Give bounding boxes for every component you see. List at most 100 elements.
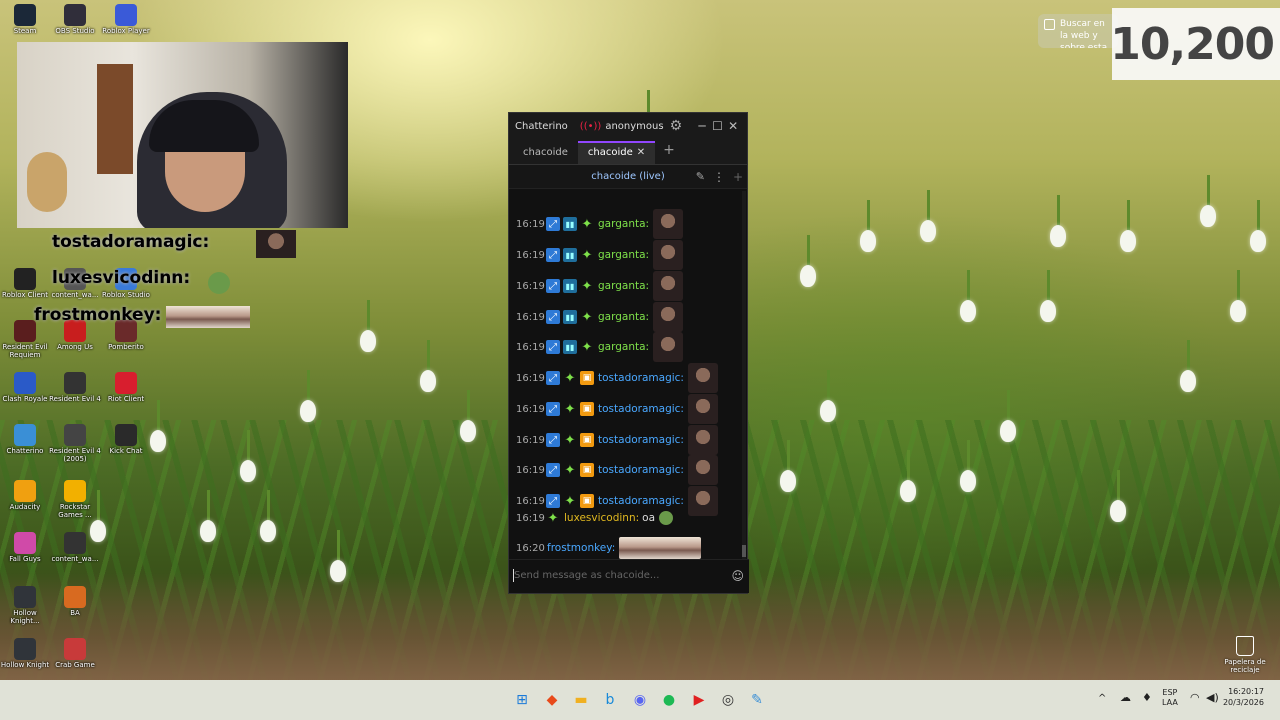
chat-emote-wide[interactable] <box>619 537 702 559</box>
desktop-shortcut[interactable]: Crab Game <box>48 638 102 670</box>
tray-network-app-icon[interactable]: ☁ <box>1120 691 1131 705</box>
desktop-shortcut[interactable]: Resident Evil Requiem <box>0 320 52 359</box>
language-indicator[interactable]: ESP LAA <box>1162 688 1178 709</box>
chat-emote[interactable] <box>687 425 718 455</box>
message-input[interactable]: Send message as chacoide... ☺ <box>509 559 749 593</box>
prediction-badge-icon[interactable]: ⤢ <box>546 279 560 293</box>
close-icon[interactable]: ✕ <box>725 119 741 133</box>
chat-message[interactable]: 16:19 ⤢ ▮▮ ✦ garganta: <box>509 209 741 239</box>
verified-star-badge-icon[interactable]: ✦ <box>580 310 594 325</box>
desktop-shortcut[interactable]: BA <box>48 586 102 618</box>
desktop-shortcut[interactable]: Chatterino <box>0 424 52 456</box>
message-username[interactable]: tostadoramagic: <box>598 434 684 446</box>
message-username[interactable]: tostadoramagic: <box>598 403 684 415</box>
chat-emote[interactable] <box>687 363 718 393</box>
desktop-shortcut[interactable]: Resident Evil 4 (2005) <box>48 424 102 463</box>
prediction-badge-icon[interactable]: ⤢ <box>546 310 560 324</box>
desktop-shortcut[interactable]: Hollow Knight <box>0 638 52 670</box>
wifi-icon[interactable]: ◠ <box>1190 691 1200 705</box>
desktop-shortcut[interactable]: Rockstar Games ... <box>48 480 102 519</box>
youtube-icon[interactable]: ▶ <box>688 689 710 711</box>
message-username[interactable]: garganta: <box>598 218 649 230</box>
maximize-icon[interactable]: ☐ <box>710 119 726 133</box>
chat-message[interactable]: 16:19 ⤢ ▮▮ ✦ garganta: <box>509 271 741 301</box>
verified-star-badge-icon[interactable]: ✦ <box>563 402 577 417</box>
chat-scrollbar[interactable] <box>742 191 746 561</box>
gift-badge-icon[interactable]: ▣ <box>580 494 594 508</box>
verified-star-badge-icon[interactable]: ✦ <box>563 494 577 509</box>
chat-message[interactable]: 16:19 ⤢ ✦ ▣ tostadoramagic: <box>509 363 741 393</box>
tray-overflow-chevron-icon[interactable]: ^ <box>1098 692 1106 705</box>
prediction-badge-icon[interactable]: ⤢ <box>546 433 560 447</box>
discord-icon[interactable]: ◉ <box>629 689 651 711</box>
chat-message[interactable]: 16:19 ⤢ ✦ ▣ tostadoramagic: <box>509 394 741 424</box>
subscriber-badge-icon[interactable]: ▮▮ <box>563 217 577 231</box>
chat-message[interactable]: 16:19 ⤢ ✦ ▣ tostadoramagic: <box>509 455 741 485</box>
prediction-badge-icon[interactable]: ⤢ <box>546 340 560 354</box>
chat-emote[interactable] <box>653 271 684 301</box>
desktop-shortcut[interactable]: content_wa... <box>48 532 102 564</box>
prediction-badge-icon[interactable]: ⤢ <box>546 217 560 231</box>
gift-badge-icon[interactable]: ▣ <box>580 371 594 385</box>
verified-star-badge-icon[interactable]: ✦ <box>580 217 594 232</box>
recycle-bin[interactable]: Papelera de reciclaje <box>1218 636 1272 674</box>
subscriber-badge-icon[interactable]: ▮▮ <box>563 279 577 293</box>
verified-star-badge-icon[interactable]: ✦ <box>563 433 577 448</box>
chat-emote[interactable] <box>653 332 684 362</box>
settings-gear-icon[interactable]: ⚙ <box>670 118 683 134</box>
desktop-shortcut[interactable]: Riot Client <box>99 372 153 404</box>
prediction-badge-icon[interactable]: ⤢ <box>546 371 560 385</box>
subscriber-badge-icon[interactable]: ▮▮ <box>563 340 577 354</box>
chat-emote[interactable] <box>687 394 718 424</box>
add-split-icon[interactable]: + <box>733 170 743 184</box>
tab-close-icon[interactable]: ✕ <box>637 147 645 158</box>
prediction-badge-icon[interactable]: ⤢ <box>546 463 560 477</box>
brave-icon[interactable]: ◆ <box>541 689 563 711</box>
message-list[interactable]: 16:19 ⤢ ▮▮ ✦ garganta: 16:19 ⤢ ▮▮ ✦ garganta: 16:1… <box>509 191 749 561</box>
verified-star-badge-icon[interactable]: ✦ <box>546 511 560 526</box>
desktop-shortcut[interactable]: Hollow Knight... <box>0 586 52 625</box>
moderation-pen-icon[interactable]: ✎ <box>696 170 705 183</box>
tray-microphone-icon[interactable]: ♦ <box>1142 691 1152 705</box>
desktop-shortcut[interactable]: Kick Chat <box>99 424 153 456</box>
chat-message[interactable]: 16:19 ⤢ ▮▮ ✦ garganta: <box>509 302 741 332</box>
message-username[interactable]: garganta: <box>598 280 649 292</box>
chat-emote[interactable] <box>653 302 684 332</box>
system-clock[interactable]: 16:20:17 20/3/2026 <box>1223 687 1264 709</box>
chat-emote[interactable] <box>653 209 684 239</box>
prediction-badge-icon[interactable]: ⤢ <box>546 402 560 416</box>
desktop-shortcut[interactable]: Clash Royale <box>0 372 52 404</box>
spotify-icon[interactable]: ● <box>658 689 680 711</box>
gift-badge-icon[interactable]: ▣ <box>580 463 594 477</box>
desktop-shortcut[interactable]: OBS Studio <box>48 4 102 36</box>
add-tab-icon[interactable]: + <box>655 142 683 164</box>
file-explorer-icon[interactable]: ▬ <box>570 689 592 711</box>
chat-message[interactable]: 16:19 ⤢ ▮▮ ✦ garganta: <box>509 240 741 270</box>
account-switcher[interactable]: anonymous <box>605 121 663 132</box>
subscriber-badge-icon[interactable]: ▮▮ <box>563 248 577 262</box>
chat-emote[interactable] <box>653 240 684 270</box>
gift-badge-icon[interactable]: ▣ <box>580 433 594 447</box>
message-username[interactable]: garganta: <box>598 311 649 323</box>
verified-star-badge-icon[interactable]: ✦ <box>580 279 594 294</box>
streamer-mode-icon[interactable]: ((•)) <box>580 121 602 132</box>
split-menu-icon[interactable]: ⋮ <box>713 170 725 184</box>
chat-message[interactable]: 16:19 ⤢ ▮▮ ✦ garganta: <box>509 332 741 362</box>
chat-emote[interactable] <box>687 455 718 485</box>
message-username[interactable]: tostadoramagic: <box>598 372 684 384</box>
chatterino-taskbar-icon[interactable]: ✎ <box>746 689 768 711</box>
message-username[interactable]: garganta: <box>598 341 649 353</box>
desktop-shortcut[interactable]: Fall Guys <box>0 532 52 564</box>
bing-icon[interactable]: b <box>599 689 621 711</box>
gift-badge-icon[interactable]: ▣ <box>580 402 594 416</box>
verified-star-badge-icon[interactable]: ✦ <box>563 463 577 478</box>
chat-message[interactable]: 16:19 ✦ luxesvicodinn: oa <box>509 511 741 526</box>
desktop-shortcut[interactable]: Steam <box>0 4 52 36</box>
chat-emote-small[interactable] <box>659 511 674 525</box>
desktop-shortcut[interactable]: Resident Evil 4 <box>48 372 102 404</box>
minimize-icon[interactable]: ─ <box>694 119 710 133</box>
desktop-shortcut[interactable]: Roblox Client <box>0 268 52 300</box>
desktop-shortcut[interactable]: Roblox Player <box>99 4 153 36</box>
split-header[interactable]: chacoide (live) ✎ ⋮ + <box>509 165 747 189</box>
volume-icon[interactable]: ◀) <box>1206 691 1219 705</box>
